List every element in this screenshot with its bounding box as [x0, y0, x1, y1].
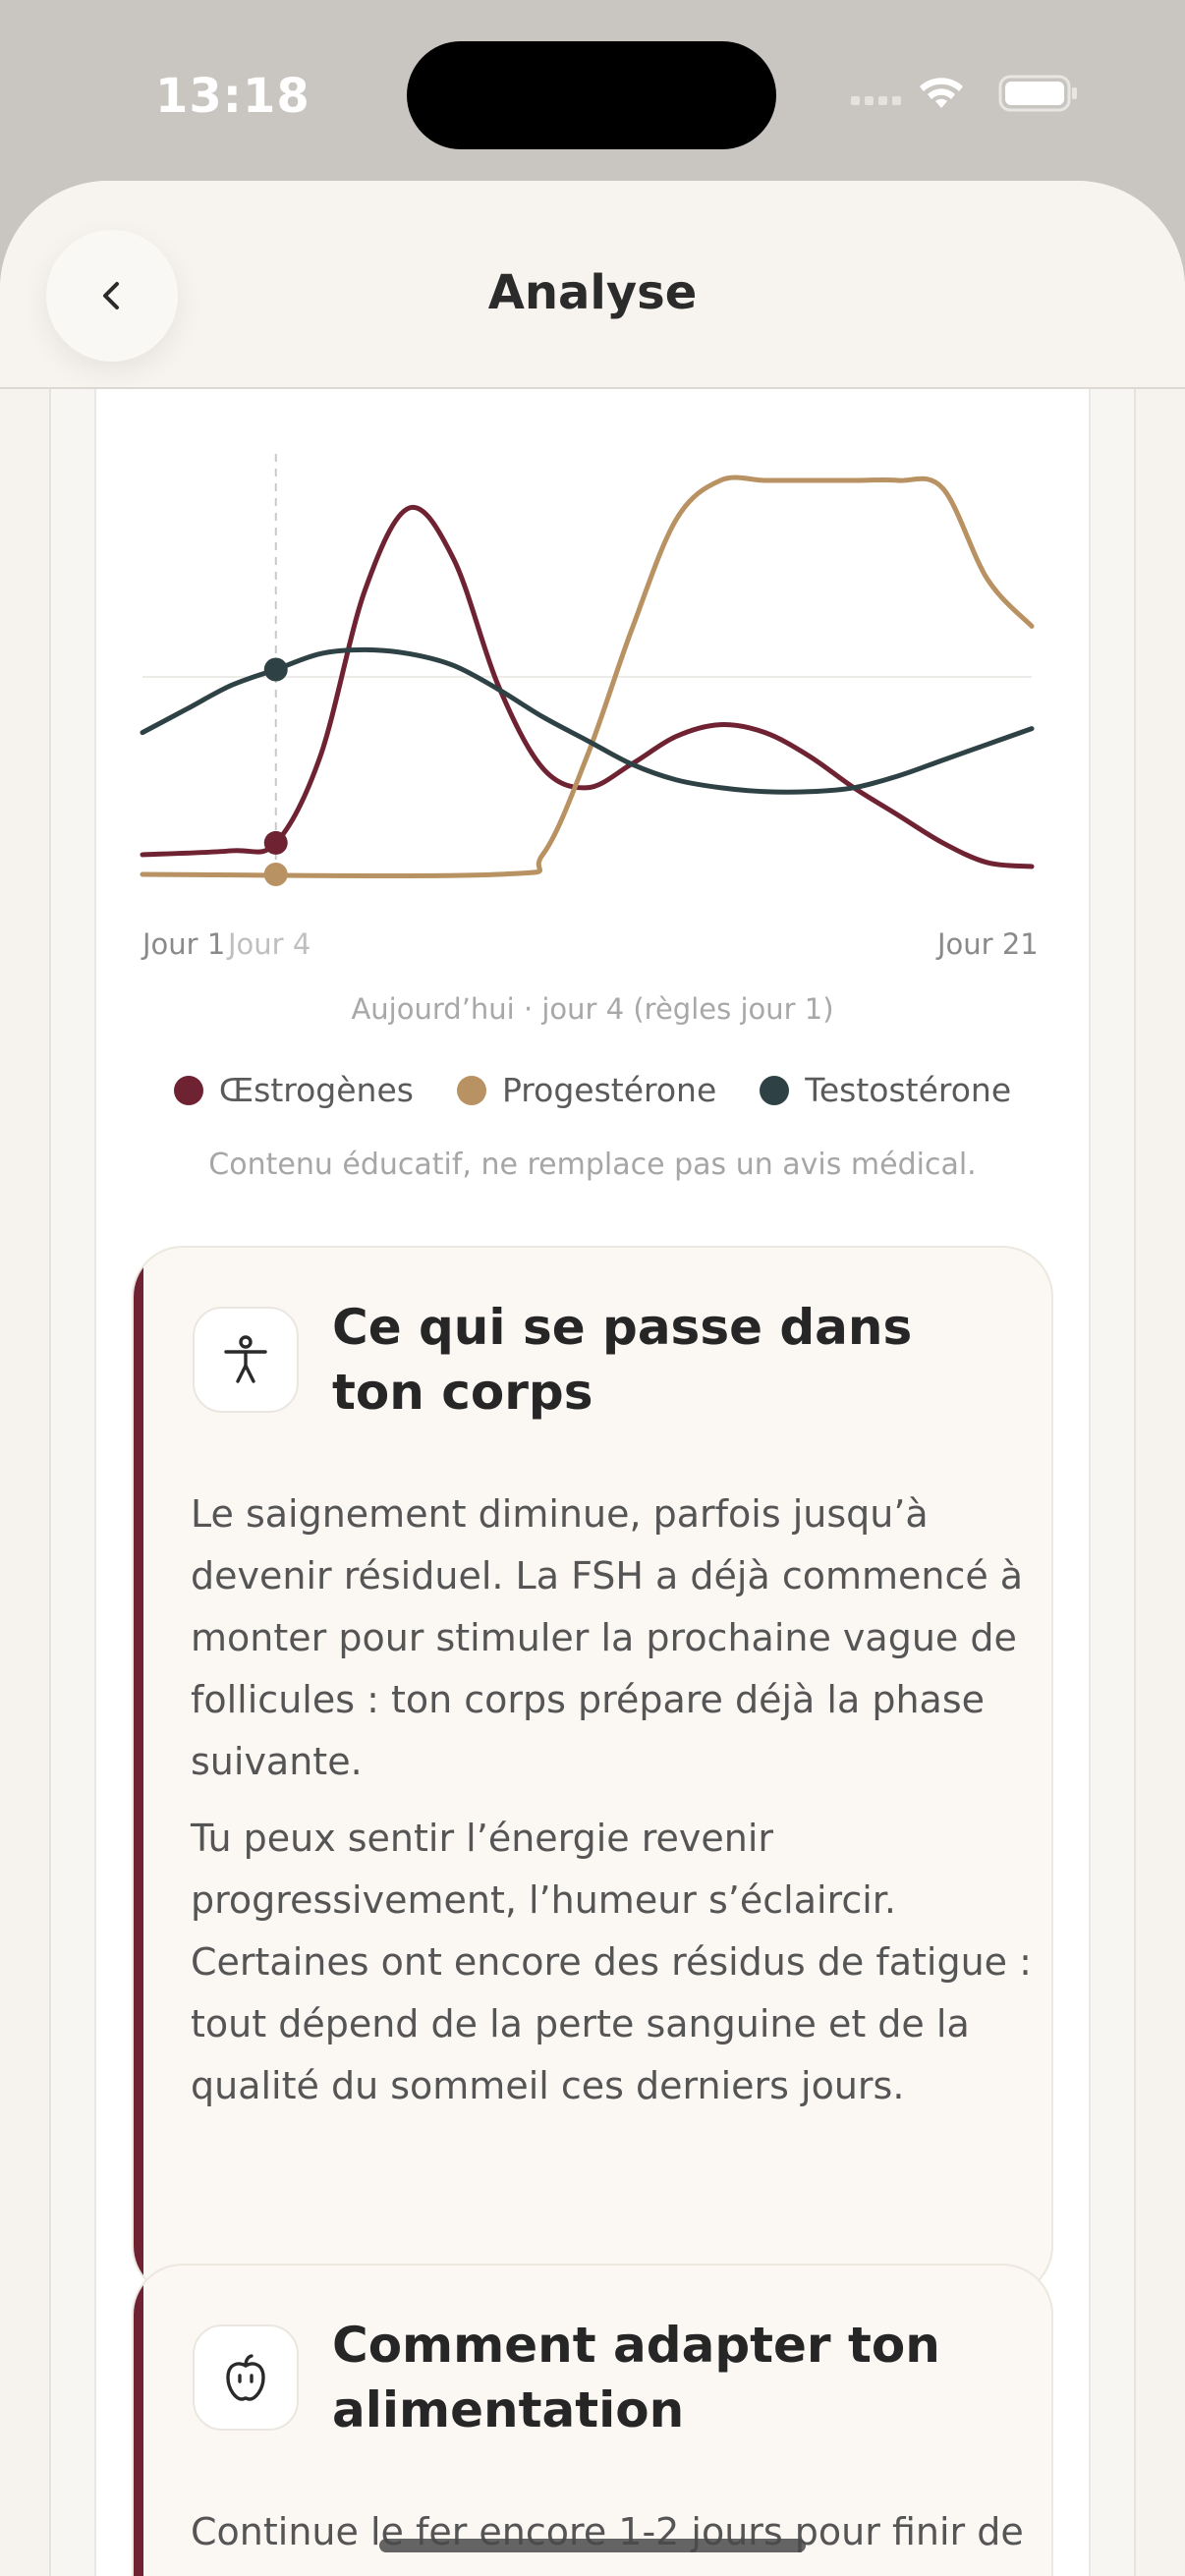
chart-legend: Œstrogènes Progestérone Testostérone [0, 1071, 1185, 1109]
body-figure-glyph [224, 1335, 267, 1383]
legend-dot [173, 1075, 203, 1105]
card-paragraph: Tu peux sentir l’énergie revenir progres… [191, 1817, 1032, 2107]
nav-bar: Analyse [0, 181, 1185, 389]
legend-label: Œstrogènes [218, 1071, 414, 1109]
chart-caption: Aujourd’hui · jour 4 (règles jour 1) [351, 992, 834, 1026]
nutrition-info-card: Comment adapter ton alimentation Continu… [132, 2264, 1053, 2576]
apple-icon [193, 2324, 299, 2431]
legend-dot [760, 1075, 790, 1105]
home-indicator[interactable] [379, 2539, 806, 2552]
x-tick-label-end: Jour 21 [937, 927, 1039, 961]
legend-dot [456, 1075, 486, 1105]
legend-item-testosterone: Testostérone [760, 1071, 1011, 1109]
body-figure-icon [193, 1307, 299, 1413]
status-bar: 13:18 [0, 0, 1185, 187]
cellular-signal-icon [851, 96, 901, 105]
x-tick-label-today: Jour 4 [228, 927, 311, 961]
legend-item-oestrogenes: Œstrogènes [173, 1071, 414, 1109]
card-paragraph: Le saignement diminue, parfois jusqu’à d… [191, 1492, 1024, 1783]
disclaimer: Contenu éducatif, ne remplace pas un avi… [208, 1148, 977, 1182]
today-point-0 [263, 830, 288, 855]
wifi-icon [920, 78, 963, 108]
battery-icon [998, 75, 1077, 112]
card-title: Ce qui se passe dans ton corps [332, 1299, 913, 1421]
x-tick-label-start: Jour 1 [142, 927, 226, 961]
today-point-2 [263, 657, 288, 682]
body-info-card: Ce qui se passe dans ton corps Le saigne… [132, 1246, 1053, 2297]
dynamic-island [407, 41, 776, 149]
analysis-sheet: Jour 1 Jour 4 Jour 21 Aujourd’hui · jour… [0, 181, 1185, 2576]
apple-glyph [226, 2354, 265, 2401]
legend-item-progesterone: Progestérone [456, 1071, 717, 1109]
legend-label: Testostérone [805, 1071, 1012, 1109]
legend-label: Progestérone [501, 1071, 717, 1109]
today-point-1 [263, 863, 288, 886]
status-time: 13:18 [155, 69, 310, 124]
page-title: Analyse [487, 265, 698, 320]
card-title: Comment adapter ton alimentation [332, 2317, 940, 2438]
status-icons [851, 75, 1077, 112]
